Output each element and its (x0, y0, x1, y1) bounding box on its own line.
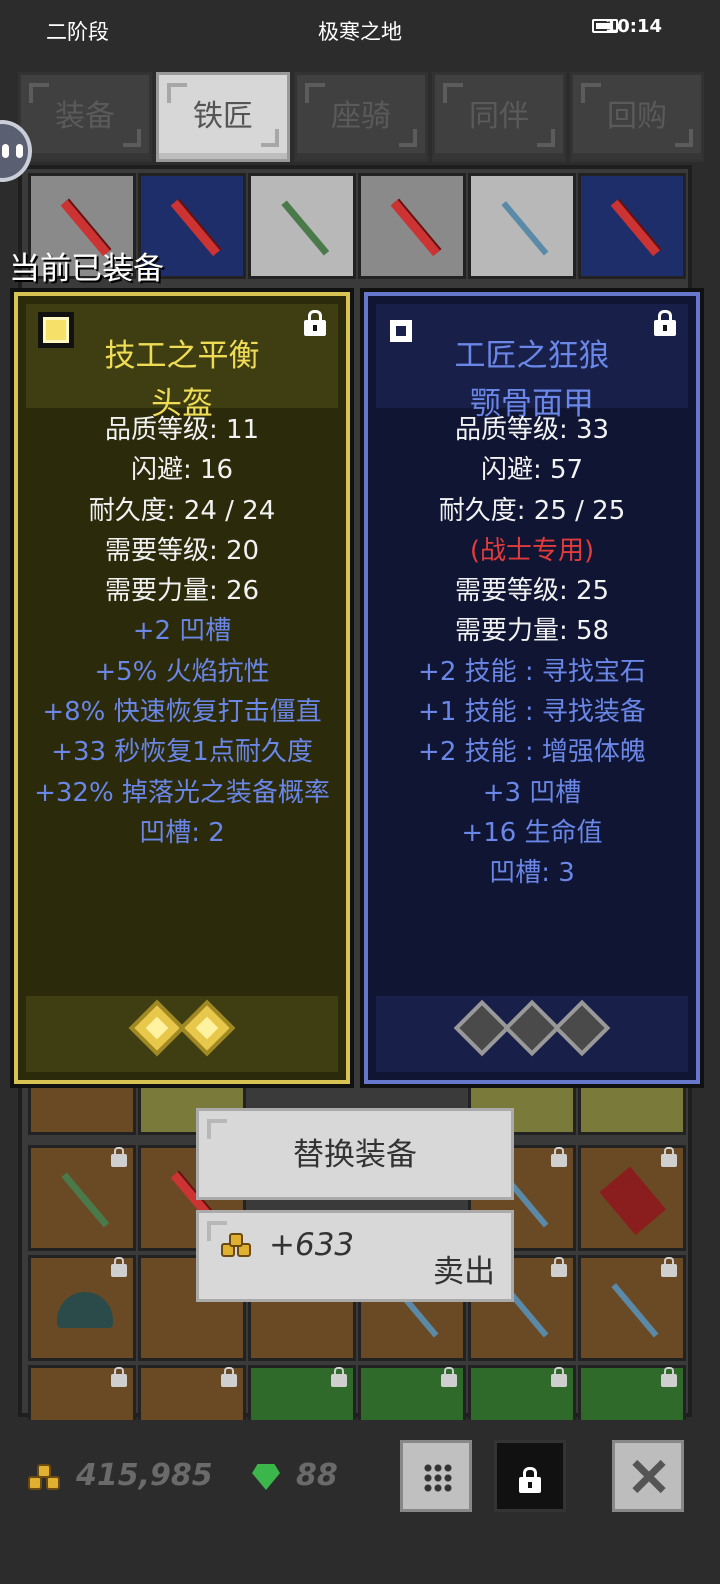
face-eye (2, 144, 9, 158)
stat-line: +2 技能 : 增强体魄 (418, 737, 646, 768)
padlock-icon (551, 1367, 567, 1387)
socket-bar (26, 996, 338, 1072)
stat-line: 耐久度: 24 / 24 (88, 495, 276, 526)
currently-equipped-label: 当前已装备 (9, 251, 164, 287)
stat-line: +32% 掉落光之装备概率 (34, 777, 330, 808)
gem-amount: 88 (296, 1458, 338, 1493)
tab-blacksmith[interactable]: 铁匠 (156, 72, 290, 162)
socket-bar (376, 996, 688, 1072)
tab-bar: 装备 铁匠 座骑 同伴 回购 (18, 72, 710, 164)
status-time: 10:14 (604, 16, 662, 37)
compared-item-card: 工匠之狂狼 颚骨面甲 品质等级: 33 闪避: 57 耐久度: 25 / 25 … (360, 288, 704, 1088)
class-restriction: (战士专用) (469, 535, 595, 566)
bow-icon (261, 184, 346, 269)
helmet-icon (53, 1278, 113, 1338)
item-name: 工匠之狂狼 (454, 338, 610, 374)
stat-line: 需要等级: 25 (454, 576, 610, 607)
inventory-slot[interactable] (28, 1255, 136, 1361)
spear-icon (591, 1266, 676, 1351)
stat-line: 闪避: 16 (130, 455, 234, 486)
padlock-icon (551, 1257, 567, 1277)
sword-icon (371, 184, 456, 269)
tab-mount[interactable]: 座骑 (294, 72, 428, 162)
card-header: 技工之平衡 头盔 (26, 304, 338, 422)
item-name: 技工之平衡 (104, 338, 260, 374)
stat-line: +2 凹槽 (132, 616, 232, 647)
stat-line: +16 生命值 (461, 817, 603, 848)
socket-empty-icon (553, 999, 611, 1057)
stat-line: +5% 火焰抗性 (94, 656, 270, 687)
sell-button[interactable]: +633 卖出 (196, 1210, 514, 1302)
sword-icon (481, 184, 566, 269)
item-stats: 品质等级: 33 闪避: 57 耐久度: 25 / 25 (战士专用) 需要等级… (364, 410, 700, 894)
grid-view-button[interactable] (400, 1440, 472, 1512)
padlock-icon (111, 1367, 127, 1387)
padlock-icon (661, 1367, 677, 1387)
stat-line: +33 秒恢复1点耐久度 (51, 737, 313, 768)
stat-line: +2 技能 : 寻找宝石 (418, 656, 646, 687)
gold-coins-icon (221, 1233, 255, 1261)
staff-icon (41, 1156, 126, 1241)
gold-coins-icon (28, 1464, 62, 1492)
stat-line: 品质等级: 33 (454, 415, 610, 445)
face-eye (16, 144, 23, 158)
gold-amount: 415,985 (76, 1458, 213, 1493)
padlock-icon (519, 1467, 541, 1493)
sell-label: 卖出 (433, 1254, 495, 1290)
stat-line: 需要力量: 26 (104, 576, 260, 607)
socket-gold-gem-icon (128, 999, 186, 1057)
socket-gold-gem-icon (178, 999, 236, 1057)
padlock-icon (661, 1147, 677, 1167)
stat-line: 品质等级: 11 (104, 415, 260, 445)
tab-equipment[interactable]: 装备 (18, 72, 152, 162)
tab-companion[interactable]: 同伴 (432, 72, 566, 162)
sell-amount: +633 (269, 1227, 355, 1263)
grid-icon (423, 1463, 453, 1493)
gem-icon (248, 1462, 284, 1492)
inventory-slot[interactable] (578, 1255, 686, 1361)
inventory-slot[interactable] (358, 173, 466, 279)
padlock-icon (441, 1367, 457, 1387)
stat-line: 耐久度: 25 / 25 (438, 495, 626, 526)
card-header: 工匠之狂狼 颚骨面甲 (376, 304, 688, 422)
tab-buyback[interactable]: 回购 (570, 72, 704, 162)
boots-icon (591, 1156, 676, 1241)
inventory-slot[interactable] (248, 173, 356, 279)
inventory-slot[interactable] (578, 173, 686, 279)
inventory-slot[interactable] (468, 173, 576, 279)
socket-empty-icon (453, 999, 511, 1057)
stat-line: +8% 快速恢复打击僵直 (42, 697, 322, 728)
stat-line: +1 技能 : 寻找装备 (418, 697, 646, 728)
padlock-icon (331, 1367, 347, 1387)
padlock-icon (661, 1257, 677, 1277)
inventory-slot[interactable] (578, 1145, 686, 1251)
padlock-icon (551, 1147, 567, 1167)
sword-icon (591, 184, 676, 269)
stat-line: 需要力量: 58 (454, 616, 610, 647)
padlock-icon (221, 1367, 237, 1387)
close-button[interactable] (612, 1440, 684, 1512)
replace-equipment-button[interactable]: 替换装备 (196, 1108, 514, 1200)
padlock-icon (111, 1147, 127, 1167)
stat-line: 凹槽: 3 (489, 858, 575, 889)
socket-empty-icon (503, 999, 561, 1057)
stat-line: 需要等级: 20 (104, 535, 260, 566)
equipped-item-card: 技工之平衡 头盔 品质等级: 11 闪避: 16 耐久度: 24 / 24 需要… (10, 288, 354, 1088)
padlock-icon (111, 1257, 127, 1277)
stat-line: 闪避: 57 (480, 455, 584, 486)
stat-line: 凹槽: 2 (139, 817, 225, 848)
item-stats: 品质等级: 11 闪避: 16 耐久度: 24 / 24 需要等级: 20 需要… (14, 410, 350, 853)
inventory-slot[interactable] (28, 1145, 136, 1251)
lock-toggle-button[interactable] (494, 1440, 566, 1512)
stat-line: +3 凹槽 (482, 777, 582, 808)
status-bar: 二阶段 极寒之地 10:14 (0, 0, 720, 60)
